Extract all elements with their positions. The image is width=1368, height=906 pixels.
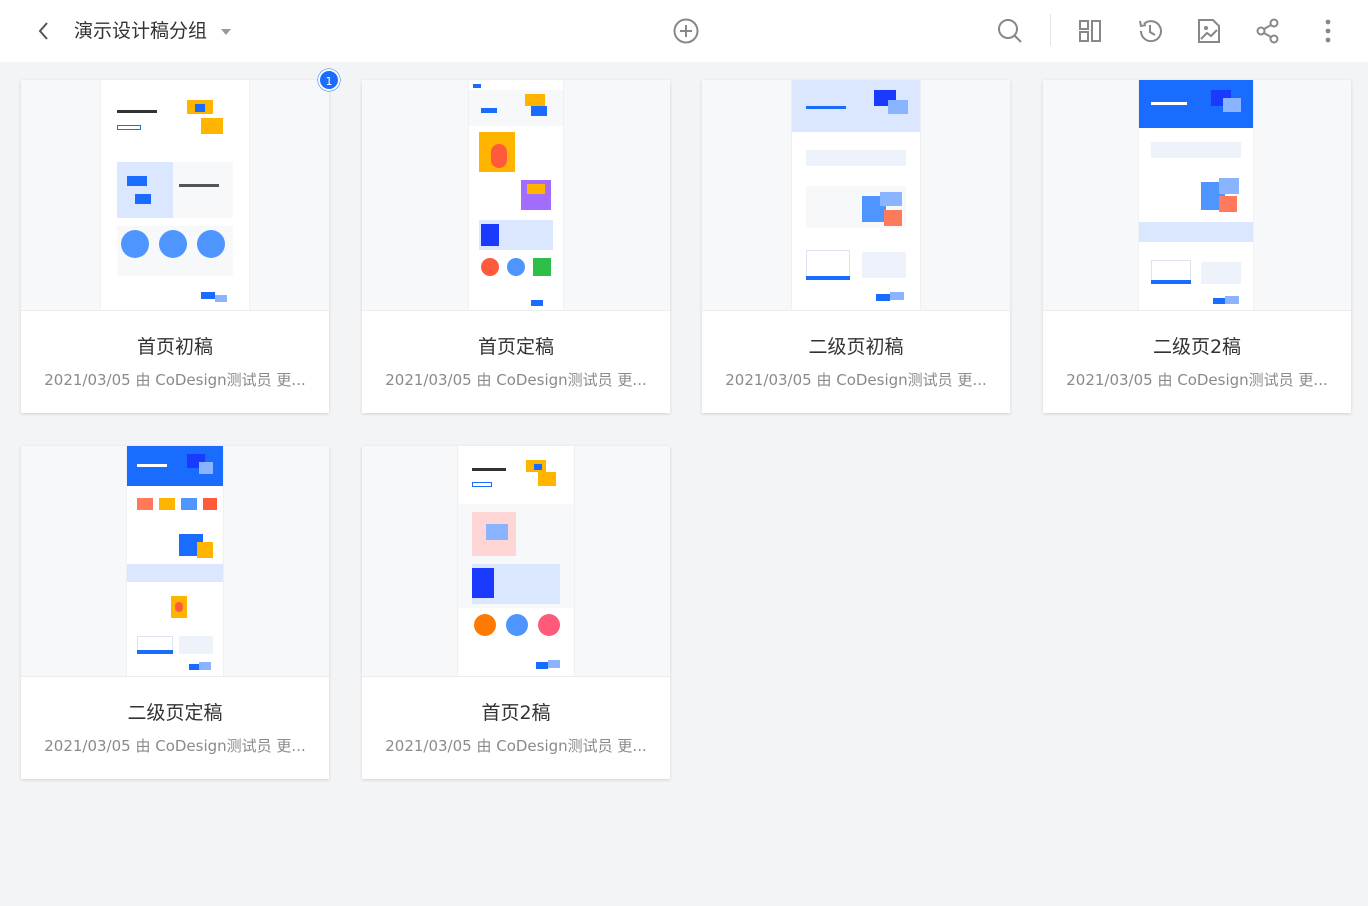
more-button[interactable] (1312, 15, 1344, 47)
design-thumbnail (362, 446, 670, 677)
design-card[interactable]: 二级页初稿 2021/03/05 由 CoDesign测试员 更... (702, 80, 1010, 413)
add-design-button[interactable] (671, 16, 701, 46)
design-thumbnail (21, 446, 329, 677)
top-bar: 演示设计稿分组 (0, 0, 1368, 62)
design-card[interactable]: 二级页定稿 2021/03/05 由 CoDesign测试员 更... (21, 446, 329, 779)
image-export-icon (1198, 19, 1220, 43)
design-name: 首页初稿 (136, 336, 213, 358)
design-card[interactable]: 首页定稿 2021/03/05 由 CoDesign测试员 更... (362, 80, 670, 413)
more-vertical-icon (1325, 19, 1331, 43)
design-card[interactable]: 二级页2稿 2021/03/05 由 CoDesign测试员 更... (1043, 80, 1351, 413)
share-icon (1256, 18, 1279, 44)
caret-down-icon[interactable] (219, 27, 233, 37)
notification-badge: 1 (318, 69, 340, 91)
share-button[interactable] (1252, 15, 1284, 47)
back-button[interactable] (30, 17, 58, 45)
design-thumbnail (362, 80, 670, 311)
search-button[interactable] (994, 15, 1026, 47)
design-name: 首页2稿 (481, 702, 551, 724)
export-button[interactable] (1193, 15, 1225, 47)
layout-button[interactable] (1074, 15, 1106, 47)
design-meta: 2021/03/05 由 CoDesign测试员 更... (1066, 371, 1328, 389)
history-icon (1139, 20, 1162, 43)
design-name: 首页定稿 (477, 336, 554, 358)
design-card[interactable]: 首页2稿 2021/03/05 由 CoDesign测试员 更... (362, 446, 670, 779)
chevron-left-icon (38, 22, 48, 40)
design-meta: 2021/03/05 由 CoDesign测试员 更... (725, 371, 987, 389)
design-meta: 2021/03/05 由 CoDesign测试员 更... (44, 737, 306, 755)
layout-icon (1079, 20, 1101, 42)
design-thumbnail (702, 80, 1010, 311)
design-thumbnail (1043, 80, 1351, 311)
design-name: 二级页初稿 (808, 336, 904, 358)
design-name: 二级页定稿 (127, 702, 223, 724)
search-icon (998, 19, 1022, 43)
design-card[interactable]: 首页初稿 2021/03/05 由 CoDesign测试员 更... (21, 80, 329, 413)
group-title[interactable]: 演示设计稿分组 (74, 18, 207, 44)
design-thumbnail (21, 80, 329, 311)
toolbar-divider (1050, 14, 1051, 46)
design-meta: 2021/03/05 由 CoDesign测试员 更... (385, 371, 647, 389)
history-button[interactable] (1134, 15, 1166, 47)
design-meta: 2021/03/05 由 CoDesign测试员 更... (385, 737, 647, 755)
design-name: 二级页2稿 (1152, 336, 1242, 358)
design-meta: 2021/03/05 由 CoDesign测试员 更... (44, 371, 306, 389)
